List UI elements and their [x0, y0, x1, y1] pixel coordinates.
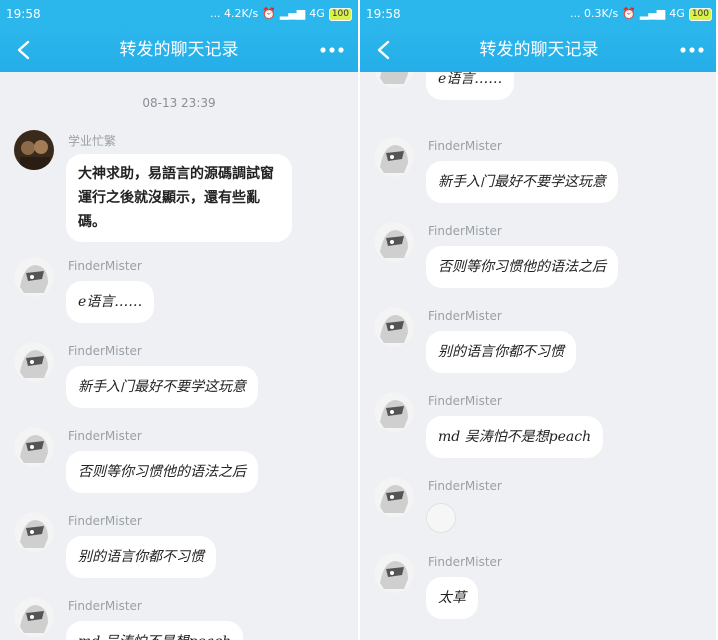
alarm-icon: ⏰	[622, 7, 636, 20]
left-screen: 19:58 ... 4.2K/s ⏰ ▂▄▆ 4G 100 转发的聊天记录 08…	[0, 0, 358, 640]
status-right: ... 4.2K/s ⏰ ▂▄▆ 4G 100	[210, 0, 352, 28]
chat-content[interactable]: 08-13 23:39 学业忙繁 大神求助，易語言的源碼調試窗運行之後就沒顯示，…	[0, 72, 358, 640]
message-bubble[interactable]: e语言……	[426, 72, 515, 100]
battery-icon: 100	[688, 7, 712, 21]
date-stamp: 08-13 23:39	[142, 96, 216, 110]
avatar[interactable]	[374, 137, 414, 177]
title-bar: 转发的聊天记录	[360, 28, 718, 72]
sender-name: FinderMister	[428, 555, 502, 569]
sender-name: FinderMister	[428, 139, 502, 153]
avatar[interactable]	[14, 257, 54, 297]
sender-name: FinderMister	[428, 309, 502, 323]
message-bubble[interactable]: md 吴涛怕不是想peach	[426, 416, 604, 458]
message-bubble[interactable]: 别的语言你都不习惯	[426, 331, 576, 373]
message-bubble[interactable]: 别的语言你都不习惯	[66, 536, 216, 578]
chat-content[interactable]: e语言…… FinderMister 新手入门最好不要学这玩意 FinderMi…	[360, 72, 718, 640]
right-screen: 19:58 ... 0.3K/s ⏰ ▂▄▆ 4G 100 转发的聊天记录 e语…	[360, 0, 718, 640]
message-bubble[interactable]: md 吴涛怕不是想peach	[66, 621, 244, 640]
avatar[interactable]	[374, 307, 414, 347]
avatar[interactable]	[14, 597, 54, 637]
avatar[interactable]	[374, 553, 414, 593]
sender-name: FinderMister	[68, 344, 142, 358]
signal-icon: ▂▄▆	[279, 7, 306, 20]
avatar[interactable]	[14, 427, 54, 467]
signal-type: 4G	[309, 7, 325, 20]
title-bar: 转发的聊天记录	[0, 28, 358, 72]
avatar[interactable]	[374, 222, 414, 262]
more-dots-icon[interactable]	[678, 38, 706, 62]
status-bar: 19:58 ... 0.3K/s ⏰ ▂▄▆ 4G 100	[360, 0, 718, 28]
page-title: 转发的聊天记录	[479, 40, 599, 60]
message-bubble[interactable]: 新手入门最好不要学这玩意	[66, 366, 258, 408]
status-right: ... 0.3K/s ⏰ ▂▄▆ 4G 100	[570, 0, 712, 28]
status-time: 19:58	[366, 7, 401, 21]
message-bubble[interactable]: 太草	[426, 577, 478, 619]
sender-name: FinderMister	[68, 429, 142, 443]
signal-icon: ▂▄▆	[639, 7, 666, 20]
sender-name: FinderMister	[428, 479, 502, 493]
sender-name: FinderMister	[68, 514, 142, 528]
avatar[interactable]	[374, 477, 414, 517]
avatar[interactable]	[374, 392, 414, 432]
avatar[interactable]	[374, 72, 414, 88]
network-speed: ... 4.2K/s	[210, 7, 259, 20]
sender-name: 学业忙繁	[68, 134, 117, 148]
signal-type: 4G	[669, 7, 685, 20]
avatar[interactable]	[14, 130, 54, 170]
battery-icon: 100	[328, 7, 352, 21]
more-dots-icon[interactable]	[318, 38, 346, 62]
status-time: 19:58	[6, 7, 41, 21]
page-title: 转发的聊天记录	[119, 40, 239, 60]
sender-name: FinderMister	[428, 394, 502, 408]
sender-name: FinderMister	[68, 599, 142, 613]
alarm-icon: ⏰	[262, 7, 276, 20]
avatar[interactable]	[14, 342, 54, 382]
sender-name: FinderMister	[428, 224, 502, 238]
avatar[interactable]	[14, 512, 54, 552]
network-speed: ... 0.3K/s	[570, 7, 619, 20]
sender-name: FinderMister	[68, 259, 142, 273]
message-bubble[interactable]: 否则等你习惯他的语法之后	[66, 451, 258, 493]
screenshot-stage: 19:58 ... 4.2K/s ⏰ ▂▄▆ 4G 100 转发的聊天记录 08…	[0, 0, 718, 640]
message-bubble[interactable]: 新手入门最好不要学这玩意	[426, 161, 618, 203]
message-bubble[interactable]: 大神求助，易語言的源碼調試窗運行之後就沒顯示，還有些亂碼。	[66, 154, 292, 242]
sticker-icon[interactable]	[426, 503, 456, 533]
message-bubble[interactable]: 否则等你习惯他的语法之后	[426, 246, 618, 288]
status-bar: 19:58 ... 4.2K/s ⏰ ▂▄▆ 4G 100	[0, 0, 358, 28]
message-bubble[interactable]: e语言……	[66, 281, 155, 323]
